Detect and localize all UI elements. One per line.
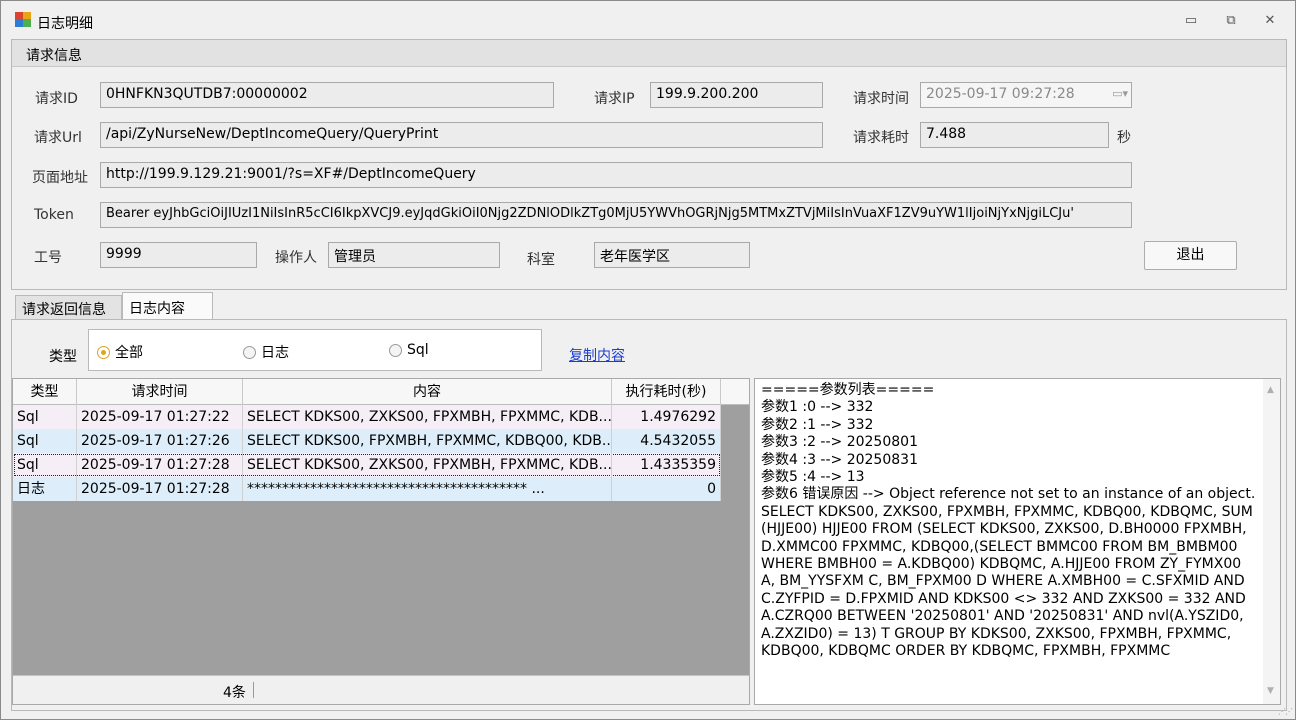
footer-divider (253, 682, 254, 698)
cell-time: 2025-09-17 01:27:22 (77, 405, 243, 429)
maximize-icon[interactable]: ⧉ (1219, 11, 1243, 31)
cell-time: 2025-09-17 01:27:26 (77, 429, 243, 453)
request-url-field[interactable]: /api/ZyNurseNew/DeptIncomeQuery/QueryPri… (100, 122, 823, 148)
radio-log[interactable]: 日志 (243, 342, 289, 362)
app-icon (15, 12, 31, 27)
elapsed-unit: 秒 (1117, 130, 1131, 146)
cell-type: Sql (13, 429, 77, 453)
job-no-label: 工号 (34, 250, 62, 266)
dept-field[interactable]: 老年医学区 (594, 242, 750, 268)
elapsed-label: 请求耗时 (853, 130, 909, 146)
exit-button[interactable]: 退出 (1144, 241, 1237, 270)
request-url-label: 请求Url (34, 130, 82, 146)
request-id-label: 请求ID (35, 91, 78, 107)
column-header-time[interactable]: 请求时间 (77, 379, 243, 405)
job-no-field[interactable]: 9999 (100, 242, 257, 268)
cell-type: 日志 (13, 477, 77, 501)
radio-sql[interactable]: Sql (389, 342, 429, 358)
request-ip-field[interactable]: 199.9.200.200 (650, 82, 823, 108)
cell-content: SELECT KDKS00, FPXMBH, FPXMMC, KDBQ00, K… (243, 429, 612, 453)
cell-duration: 4.5432055 (612, 429, 721, 453)
request-ip-label: 请求IP (594, 91, 635, 107)
table-row-selected[interactable]: Sql 2025-09-17 01:27:28 SELECT KDKS00, Z… (13, 453, 721, 477)
token-field[interactable]: Bearer eyJhbGciOiJIUzI1NiIsInR5cCI6IkpXV… (100, 202, 1132, 228)
cell-time: 2025-09-17 01:27:28 (77, 453, 243, 477)
cell-content: SELECT KDKS00, ZXKS00, FPXMBH, FPXMMC, K… (243, 453, 612, 477)
table-row[interactable]: Sql 2025-09-17 01:27:26 SELECT KDKS00, F… (13, 429, 721, 453)
radio-selected-icon (97, 345, 110, 359)
window-title: 日志明细 (37, 16, 93, 32)
log-detail-window: 日志明细 ▭ ⧉ ✕ 请求信息 请求ID 0HNFKN3QUTDB7:00000… (0, 0, 1296, 720)
resize-grip-icon[interactable]: ⋰⋰ (1278, 707, 1293, 716)
request-id-field[interactable]: 0HNFKN3QUTDB7:00000002 (100, 82, 554, 108)
table-row[interactable]: 日志 2025-09-17 01:27:28 *****************… (13, 477, 721, 501)
radio-all-label: 全部 (115, 345, 143, 361)
log-detail-text: =====参数列表===== 参数1 :0 --> 332 参数2 :1 -->… (761, 382, 1256, 660)
tab-response-info[interactable]: 请求返回信息 (15, 295, 122, 320)
log-detail-textbox[interactable]: =====参数列表===== 参数1 :0 --> 332 参数2 :1 -->… (754, 378, 1281, 705)
radio-unselected-icon (243, 345, 256, 359)
log-grid: 类型 请求时间 内容 执行耗时(秒) Sql 2025-09-17 01:27:… (12, 378, 750, 705)
type-filter-group: 全部 日志 Sql (88, 329, 542, 371)
radio-sql-label: Sql (407, 342, 429, 358)
radio-all[interactable]: 全部 (97, 342, 143, 362)
column-header-content[interactable]: 内容 (243, 379, 612, 405)
minimize-icon[interactable]: ▭ (1179, 11, 1203, 31)
column-header-duration[interactable]: 执行耗时(秒) (612, 379, 721, 405)
grid-header: 类型 请求时间 内容 执行耗时(秒) (13, 379, 749, 405)
token-label: Token (34, 207, 74, 223)
page-address-label: 页面地址 (32, 170, 88, 186)
operator-label: 操作人 (275, 250, 317, 266)
title-bar: 日志明细 ▭ ⧉ ✕ (1, 1, 1295, 39)
column-header-type[interactable]: 类型 (13, 379, 77, 405)
scroll-down-icon[interactable]: ▼ (1267, 686, 1274, 696)
group-title: 请求信息 (26, 48, 82, 64)
close-icon[interactable]: ✕ (1258, 11, 1282, 31)
scroll-up-icon[interactable]: ▲ (1267, 385, 1274, 395)
dept-label: 科室 (527, 252, 555, 268)
cell-content: SELECT KDKS00, ZXKS00, FPXMBH, FPXMMC, K… (243, 405, 612, 429)
request-time-label: 请求时间 (853, 91, 909, 107)
cell-time: 2025-09-17 01:27:28 (77, 477, 243, 501)
table-row[interactable]: Sql 2025-09-17 01:27:22 SELECT KDKS00, Z… (13, 405, 721, 429)
radio-log-label: 日志 (261, 345, 289, 361)
cell-duration: 0 (612, 477, 721, 501)
type-filter-label: 类型 (49, 349, 77, 365)
row-count: 4条 (223, 685, 246, 701)
cell-content: ****************************************… (243, 477, 612, 501)
request-time-value: 2025-09-17 09:27:28 (926, 86, 1075, 102)
calendar-dropdown-icon[interactable]: ▭▾ (1112, 87, 1128, 100)
copy-content-link[interactable]: 复制内容 (569, 345, 625, 365)
elapsed-field[interactable]: 7.488 (920, 122, 1109, 148)
request-time-picker[interactable]: 2025-09-17 09:27:28 ▭▾ (920, 82, 1132, 108)
radio-unselected-icon (389, 343, 402, 357)
cell-type: Sql (13, 405, 77, 429)
group-header: 请求信息 (12, 40, 1286, 67)
operator-field[interactable]: 管理员 (328, 242, 500, 268)
grid-footer: 4条 (13, 675, 749, 704)
vertical-scrollbar[interactable]: ▲ ▼ (1263, 379, 1280, 704)
cell-duration: 1.4976292 (612, 405, 721, 429)
cell-type: Sql (13, 453, 77, 477)
cell-duration: 1.4335359 (612, 453, 721, 477)
tab-log-content[interactable]: 日志内容 (122, 292, 213, 320)
page-address-field[interactable]: http://199.9.129.21:9001/?s=XF#/DeptInco… (100, 162, 1132, 188)
